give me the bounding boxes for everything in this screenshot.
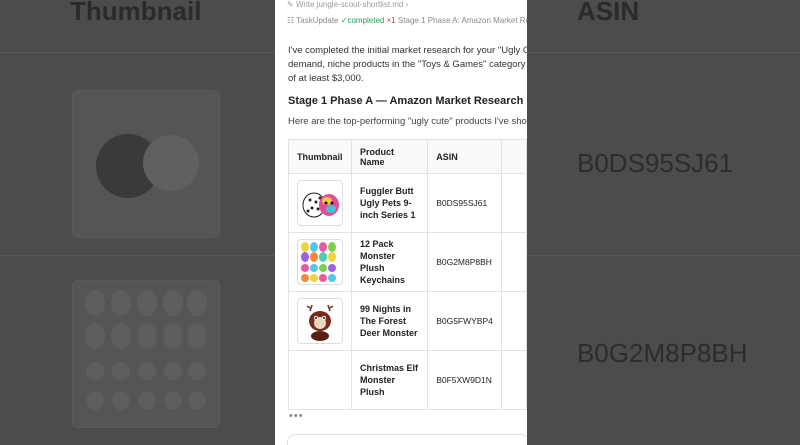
col-header-product-name: Product Name — [350, 139, 429, 174]
message-input[interactable] — [287, 434, 527, 445]
backdrop-thumb-1 — [72, 90, 220, 238]
product-name-cell: Christmas Elf Monster Plush — [350, 350, 429, 410]
asin-cell: B0F5XW9D1N — [427, 350, 502, 410]
col-header-asin: ASIN — [427, 139, 502, 174]
overflow-cell — [500, 173, 527, 233]
product-name-cell: 99 Nights in The Forest Deer Monster — [350, 291, 429, 351]
product-thumbnail-empty — [297, 358, 341, 402]
section-heading: Stage 1 Phase A — Amazon Market Research… — [288, 95, 527, 107]
product-name-cell: 12 Pack Monster Plush Keychains — [350, 232, 429, 292]
task-title: Stage 1 Phase A: Amazon Market Resea — [397, 16, 527, 25]
intro-line-3: of at least $3,000. — [288, 73, 364, 84]
backdrop-divider — [527, 255, 800, 256]
overflow-cell — [500, 291, 527, 351]
backdrop-header-thumbnail: Thumbnail — [70, 0, 202, 26]
asin-cell: B0G2M8P8BH — [427, 232, 502, 292]
task-update-line[interactable]: ☷ TaskUpdate ✓completed ×1 Stage 1 Phase… — [287, 16, 527, 25]
backdrop-right: ASIN B0DS95SJ61 B0G2M8P8BH — [527, 0, 800, 445]
product-thumbnail[interactable] — [297, 298, 343, 344]
task-count: 1 — [391, 16, 396, 25]
thumbnail-cell — [288, 173, 352, 233]
backdrop-thumb-art-2 — [85, 290, 207, 410]
intro-line-2: demand, niche products in the "Toys & Ga… — [288, 59, 527, 70]
overflow-cell — [500, 350, 527, 410]
keychains-image — [301, 242, 336, 282]
file-write-line[interactable]: ✎ Write jungle-scout-shortlist.md › — [287, 0, 408, 9]
task-prefix: TaskUpdate — [296, 16, 339, 25]
thumbnail-cell — [288, 291, 352, 351]
thumbnail-cell — [288, 232, 352, 292]
task-status: completed — [347, 16, 385, 25]
backdrop-left: Thumbnail — [0, 0, 275, 445]
intro-paragraph: I've completed the initial market resear… — [288, 44, 527, 86]
thumbnail-cell — [288, 350, 352, 410]
table-row: Fuggler Butt Ugly Pets 9-inch Series 1 B… — [288, 173, 527, 233]
task-icon: ☷ — [287, 16, 297, 25]
table-row: 99 Nights in The Forest Deer Monster B0G… — [288, 291, 527, 351]
product-thumbnail[interactable] — [297, 239, 343, 285]
backdrop-thumb-art-1 — [96, 134, 199, 198]
chat-panel: ✎ Write jungle-scout-shortlist.md › ☷ Ta… — [275, 0, 527, 445]
chevron-right-icon: › — [403, 0, 409, 9]
backdrop-divider — [0, 52, 275, 53]
table-header-row: Thumbnail Product Name ASIN — [288, 139, 527, 174]
backdrop-asin-1: B0DS95SJ61 — [577, 148, 734, 178]
col-header-overflow — [500, 139, 527, 174]
backdrop-thumb-2 — [72, 280, 220, 428]
col-header-thumbnail: Thumbnail — [288, 139, 352, 174]
deer-monster-image — [306, 304, 334, 341]
table-row: Christmas Elf Monster Plush B0F5XW9D1N — [288, 350, 527, 410]
status-badge: ✓completed — [340, 16, 385, 25]
backdrop-divider — [0, 255, 275, 256]
overflow-cell — [500, 232, 527, 292]
file-write-label: Write jungle-scout-shortlist.md — [295, 0, 404, 9]
fuggler-image — [302, 192, 339, 218]
intro-line-1: I've completed the initial market resear… — [288, 45, 527, 56]
product-thumbnail[interactable] — [297, 180, 343, 226]
asin-cell: B0G5FWYBP4 — [427, 291, 502, 351]
task-count-badge: ×1 — [386, 16, 396, 25]
section-subtext: Here are the top-performing "ugly cute" … — [288, 116, 527, 127]
backdrop-header-asin: ASIN — [577, 0, 640, 26]
more-indicator: ••• — [289, 410, 304, 422]
asin-cell: B0DS95SJ61 — [427, 173, 502, 233]
results-table: Thumbnail Product Name ASIN Fuggler Butt… — [288, 139, 527, 410]
pencil-icon: ✎ — [287, 0, 296, 9]
product-name-cell: Fuggler Butt Ugly Pets 9-inch Series 1 — [350, 173, 429, 233]
backdrop-asin-2: B0G2M8P8BH — [577, 338, 748, 368]
backdrop-divider — [527, 52, 800, 53]
table-row: 12 Pack Monster Plush Keychains B0G2M8P8… — [288, 232, 527, 292]
